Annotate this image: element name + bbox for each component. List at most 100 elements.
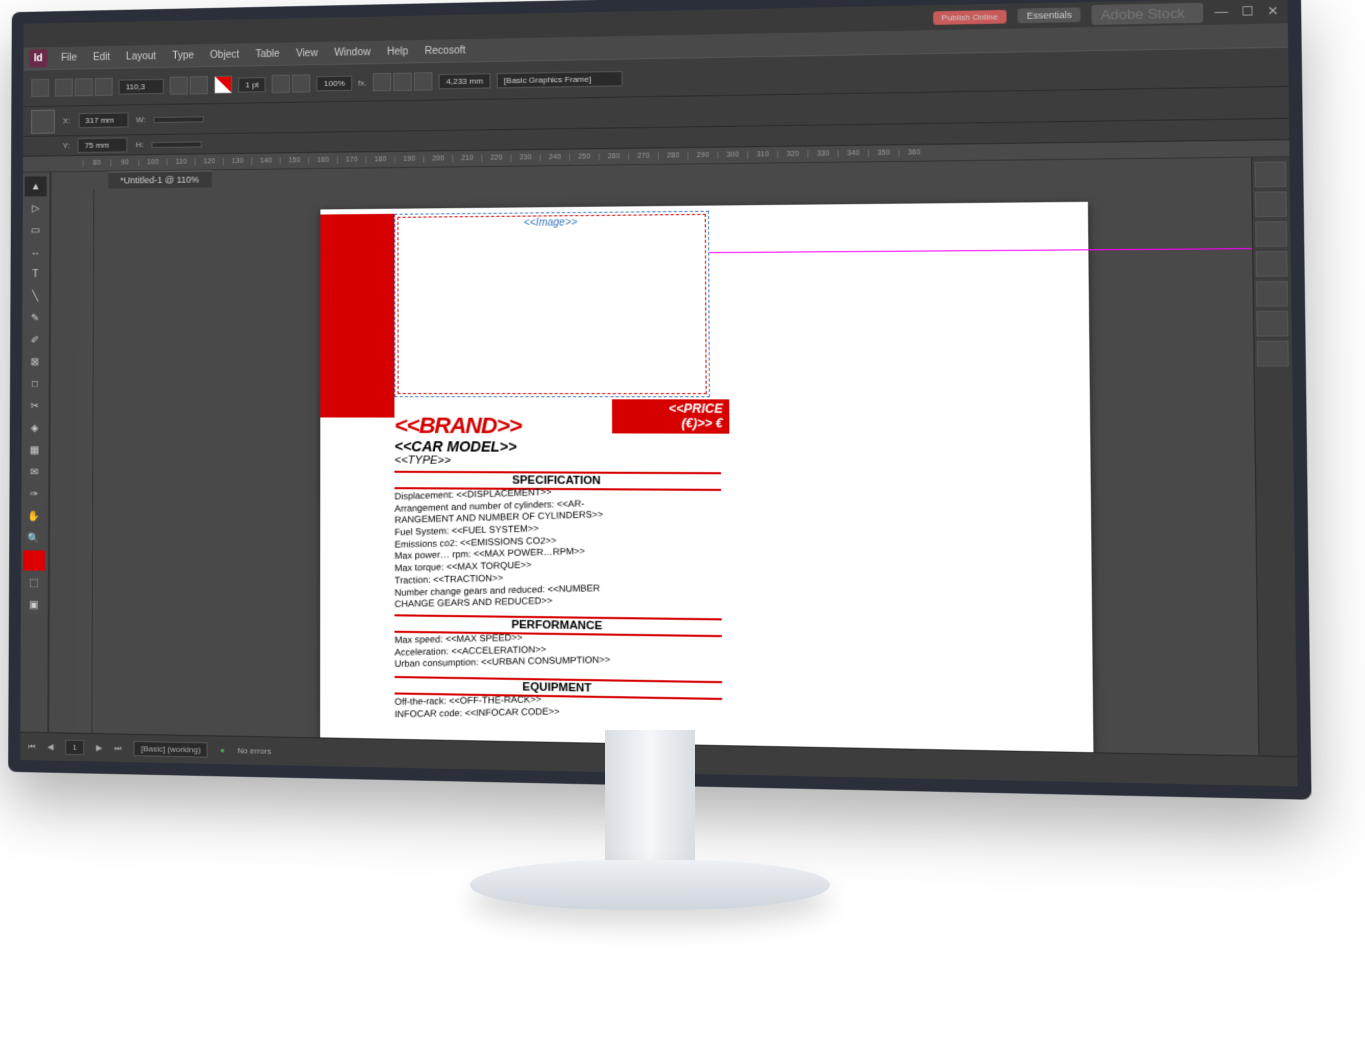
gap-tool-icon[interactable]: ↔ [24,242,46,262]
effects-label[interactable]: fx. [358,78,367,87]
ctrl-icon[interactable] [75,78,93,96]
ctrl-icon[interactable] [414,72,433,91]
fill-stroke-icon[interactable] [214,76,232,94]
ctrl-icon[interactable] [190,76,208,94]
price-line2: (€)>> € [618,416,722,431]
page-number-field[interactable]: 1 [65,740,84,756]
rectangle-tool-icon[interactable]: □ [24,374,46,394]
minimize-icon[interactable]: — [1214,4,1228,19]
hand-tool-icon[interactable]: ✋ [23,506,45,526]
zoom-field[interactable]: 110,3 [119,78,164,94]
vertical-ruler [76,190,94,752]
monitor-frame: Publish Online Essentials — ☐ ✕ Id File … [8,0,1311,800]
menu-file[interactable]: File [55,50,83,65]
menu-recosoft[interactable]: Recosoft [419,43,472,59]
opacity-field[interactable]: 100% [317,75,352,91]
menu-edit[interactable]: Edit [87,49,116,64]
cc-libraries-panel-icon[interactable] [1257,341,1289,367]
app-window: Publish Online Essentials — ☐ ✕ Id File … [20,0,1297,786]
ctrl-icon[interactable] [373,73,392,92]
toolbox: ▲ ▷ ▭ ↔ T ╲ ✎ ✐ ⊠ □ ✂ ◈ ▦ ✉ ✑ ✋ 🔍 ⬚ ▣ [20,172,50,750]
ctrl-icon[interactable] [95,78,113,96]
workspace: ▲ ▷ ▭ ↔ T ╲ ✎ ✐ ⊠ □ ✂ ◈ ▦ ✉ ✑ ✋ 🔍 ⬚ ▣ *U… [20,157,1297,775]
reference-grid-icon[interactable] [31,109,55,133]
scissors-tool-icon[interactable]: ✂ [24,396,46,416]
y-field[interactable]: 75 mm [78,137,128,153]
brand-placeholder[interactable]: <<BRAND>> [394,412,521,439]
maximize-icon[interactable]: ☐ [1241,4,1253,19]
ctrl-icon[interactable] [292,74,310,92]
menu-window[interactable]: Window [328,44,377,60]
red-sidebar-block[interactable] [320,214,394,418]
ref-point-icon[interactable] [31,79,49,97]
page-tool-icon[interactable]: ▭ [25,220,47,240]
type-tool-icon[interactable]: T [24,264,46,284]
menu-view[interactable]: View [290,45,324,61]
monitor-bezel: Publish Online Essentials — ☐ ✕ Id File … [8,0,1311,800]
pencil-tool-icon[interactable]: ✐ [24,330,46,350]
eyedropper-tool-icon[interactable]: ✑ [23,484,45,504]
gradient-tool-icon[interactable]: ▦ [24,440,46,460]
type-placeholder[interactable]: <<TYPE>> [394,454,451,467]
document-tab[interactable]: *Untitled-1 @ 110% [108,170,211,188]
view-mode-icon[interactable]: ▣ [23,595,45,615]
stroke-weight-field[interactable]: 1 pt [238,77,266,93]
note-tool-icon[interactable]: ✉ [23,462,45,482]
price-line1: <<PRICE [618,401,722,416]
equip-body[interactable]: Off-the-rack: <<OFF-THE-RACK>> INFOCAR c… [395,691,723,721]
preflight-style[interactable]: [Basic] (working) [134,741,208,758]
free-transform-tool-icon[interactable]: ◈ [24,418,46,438]
prev-page-icon[interactable]: ◀ [47,742,53,751]
ctrl-icon[interactable] [55,78,73,96]
document-page[interactable]: <<Image>> <<PRICE (€)>> € <<BRAND>> <<CA… [320,202,1094,775]
last-page-icon[interactable]: ⏭ [114,743,121,753]
h-label: H: [136,140,144,149]
line-tool-icon[interactable]: ╲ [24,286,46,306]
color-panel-icon[interactable] [1256,281,1288,307]
menu-type[interactable]: Type [166,48,200,64]
layers-panel-icon[interactable] [1255,191,1287,217]
menu-layout[interactable]: Layout [120,48,162,64]
next-page-icon[interactable]: ▶ [96,743,102,752]
workspace-switcher[interactable]: Essentials [1018,7,1081,23]
fill-swatch-icon[interactable] [23,550,45,570]
pages-panel-icon[interactable] [1254,161,1286,187]
x-label: X: [63,116,71,125]
publish-online-button[interactable]: Publish Online [933,9,1007,24]
ctrl-icon[interactable] [272,75,290,93]
menu-help[interactable]: Help [381,44,415,60]
canvas-area[interactable]: *Untitled-1 @ 110% <<Image>> <<PRICE (€)… [76,158,1258,775]
preflight-status[interactable]: No errors [237,746,271,756]
pen-tool-icon[interactable]: ✎ [24,308,46,328]
dimension-field[interactable]: 4,233 mm [439,73,490,89]
monitor-stand [550,730,750,930]
ctrl-icon[interactable] [170,76,188,94]
spec-body[interactable]: Displacement: <<DISPLACEMENT>> Arrangeme… [394,482,721,611]
rectangle-frame-tool-icon[interactable]: ⊠ [24,352,46,372]
h-field[interactable] [152,141,202,148]
menu-object[interactable]: Object [204,47,245,63]
selection-tool-icon[interactable]: ▲ [25,176,47,196]
links-panel-icon[interactable] [1255,221,1287,247]
direct-selection-tool-icon[interactable]: ▷ [25,198,47,218]
toolbox-secondary [48,172,78,751]
preflight-status-icon: ● [220,746,225,755]
zoom-tool-icon[interactable]: 🔍 [23,528,45,548]
menu-table[interactable]: Table [249,46,285,62]
object-style-field[interactable]: [Basic Graphics Frame] [497,70,623,87]
stand-base [470,860,830,910]
price-box[interactable]: <<PRICE (€)>> € [612,399,729,433]
stroke-panel-icon[interactable] [1256,251,1288,277]
w-field[interactable] [154,116,204,123]
close-icon[interactable]: ✕ [1267,3,1279,18]
image-placeholder-frame[interactable]: <<Image>> [394,211,710,398]
default-fill-stroke-icon[interactable]: ⬚ [23,572,45,592]
perf-body[interactable]: Max speed: <<MAX SPEED>> Acceleration: <… [395,628,722,671]
stock-search-input[interactable] [1092,2,1204,24]
model-placeholder[interactable]: <<CAR MODEL>> [394,438,516,455]
right-panel-dock [1251,157,1297,775]
ctrl-icon[interactable] [394,73,413,92]
swatches-panel-icon[interactable] [1256,311,1288,337]
x-field[interactable]: 317 mm [78,112,128,128]
first-page-icon[interactable]: ⏮ [28,741,35,751]
